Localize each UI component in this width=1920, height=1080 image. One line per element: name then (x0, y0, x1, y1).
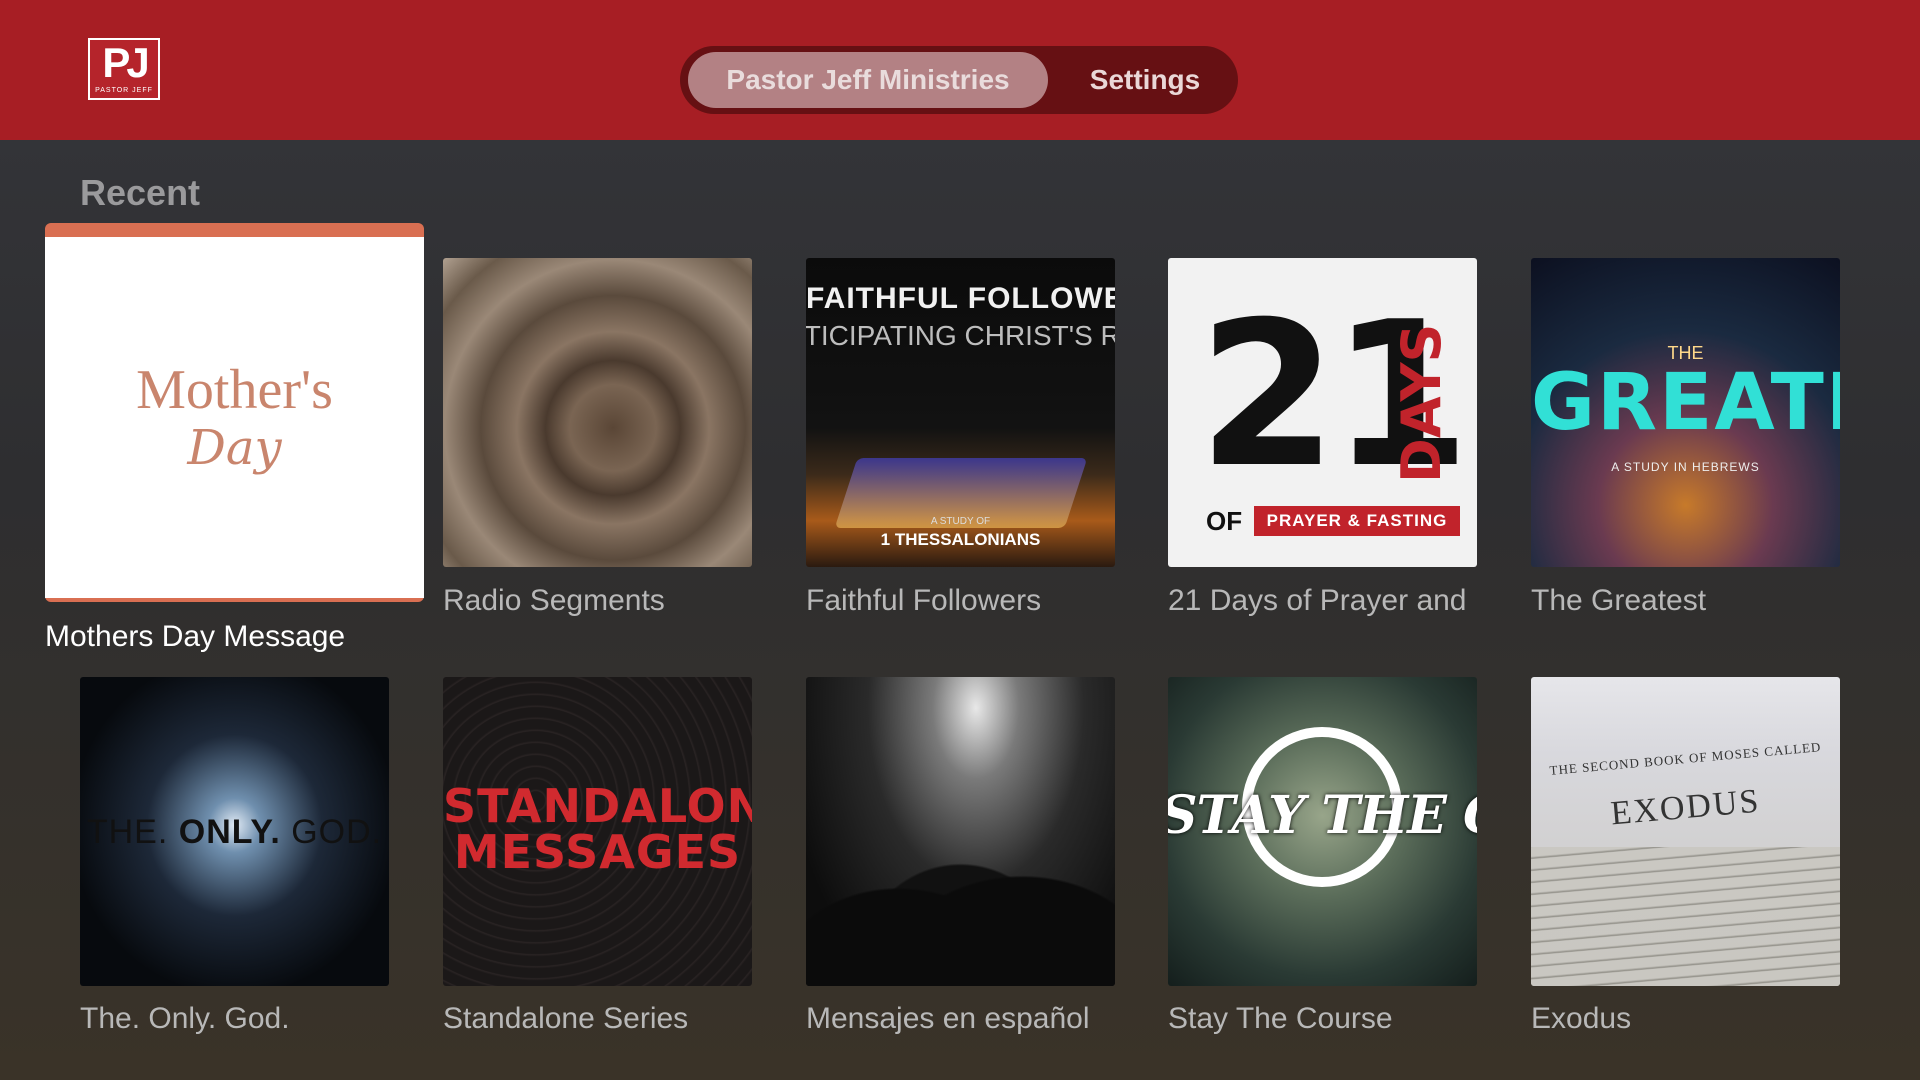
mothers-day-artwork: Mother's Day (45, 237, 424, 598)
tile-caption: Mensajes en español (806, 1002, 1090, 1035)
art-text: EXODUS (1609, 782, 1762, 833)
tab-pastor-jeff-ministries[interactable]: Pastor Jeff Ministries (688, 52, 1048, 108)
tile-caption: Exodus (1531, 1002, 1632, 1035)
pastor-jeff-logo-icon: PJ PASTOR JEFF (88, 38, 160, 100)
art-text: THE. (86, 813, 169, 851)
tile-caption: Standalone Series (443, 1002, 689, 1035)
art-text: ONLY. (178, 813, 281, 851)
worship-crowd-image (806, 816, 1115, 986)
tile-caption: Mothers Day Message (45, 620, 346, 653)
tile-exodus[interactable]: THE SECOND BOOK OF MOSES CALLED EXODUS (1531, 677, 1840, 986)
art-text: 1 THESSALONIANS (880, 530, 1041, 549)
bible-text-image (1531, 847, 1840, 986)
tile-the-only-god[interactable]: THE. ONLY. GOD. (80, 677, 389, 986)
logo-subtext: PASTOR JEFF (95, 87, 153, 94)
section-title: Recent (80, 172, 201, 213)
art-text: Day (187, 419, 282, 476)
art-text: A STUDY OF (930, 516, 991, 527)
tile-caption: Radio Segments (443, 584, 665, 617)
tile-caption: Faithful Followers (806, 584, 1042, 617)
art-text: A STUDY IN HEBREWS (1611, 460, 1760, 474)
art-text: OF (1206, 506, 1243, 536)
tile-mothers-day[interactable]: Mother's Day (45, 237, 424, 598)
tile-stay-the-course[interactable]: STAY THE COURSE (1168, 677, 1477, 986)
tile-caption: 21 Days of Prayer and (1168, 584, 1467, 617)
art-text: ITICIPATING CHRIST'S RE (806, 320, 1115, 351)
tile-caption: The. Only. God. (80, 1002, 290, 1035)
art-text: DAYS (1390, 323, 1453, 483)
logo-mark: PJ (102, 39, 149, 86)
tile-faithful-followers[interactable]: FAITHFUL FOLLOWEI ITICIPATING CHRIST'S R… (806, 258, 1115, 567)
tile-21-days[interactable]: 21 DAYS OF PRAYER & FASTING (1168, 258, 1477, 567)
art-text: GOD. (291, 813, 383, 851)
art-text: MESSAGES (453, 825, 742, 879)
tile-caption: The Greatest (1531, 584, 1707, 617)
art-text: PRAYER & FASTING (1254, 506, 1460, 536)
art-text: STAY THE COURSE (1168, 785, 1477, 846)
art-text-group: THE. ONLY. GOD. (80, 813, 389, 852)
tile-caption: Stay The Course (1168, 1002, 1393, 1035)
tab-settings[interactable]: Settings (1060, 52, 1230, 108)
art-text: Mother's (136, 358, 333, 421)
art-text: STANDALONE (443, 779, 752, 833)
tile-standalone-series[interactable]: STANDALONE MESSAGES (443, 677, 752, 986)
tab-bar: Pastor Jeff Ministries Settings (680, 46, 1238, 114)
art-text-group: STANDALONE MESSAGES (443, 783, 752, 875)
top-bar: PJ PASTOR JEFF Pastor Jeff Ministries Se… (0, 0, 1920, 140)
tile-mensajes-en-espanol[interactable] (806, 677, 1115, 986)
art-text: GREATEST (1531, 358, 1840, 448)
art-text: FAITHFUL FOLLOWEI (806, 282, 1115, 315)
tile-the-greatest[interactable]: THE GREATEST A STUDY IN HEBREWS (1531, 258, 1840, 567)
tile-radio-segments[interactable] (443, 258, 752, 567)
art-text: THE SECOND BOOK OF MOSES CALLED (1549, 739, 1822, 778)
